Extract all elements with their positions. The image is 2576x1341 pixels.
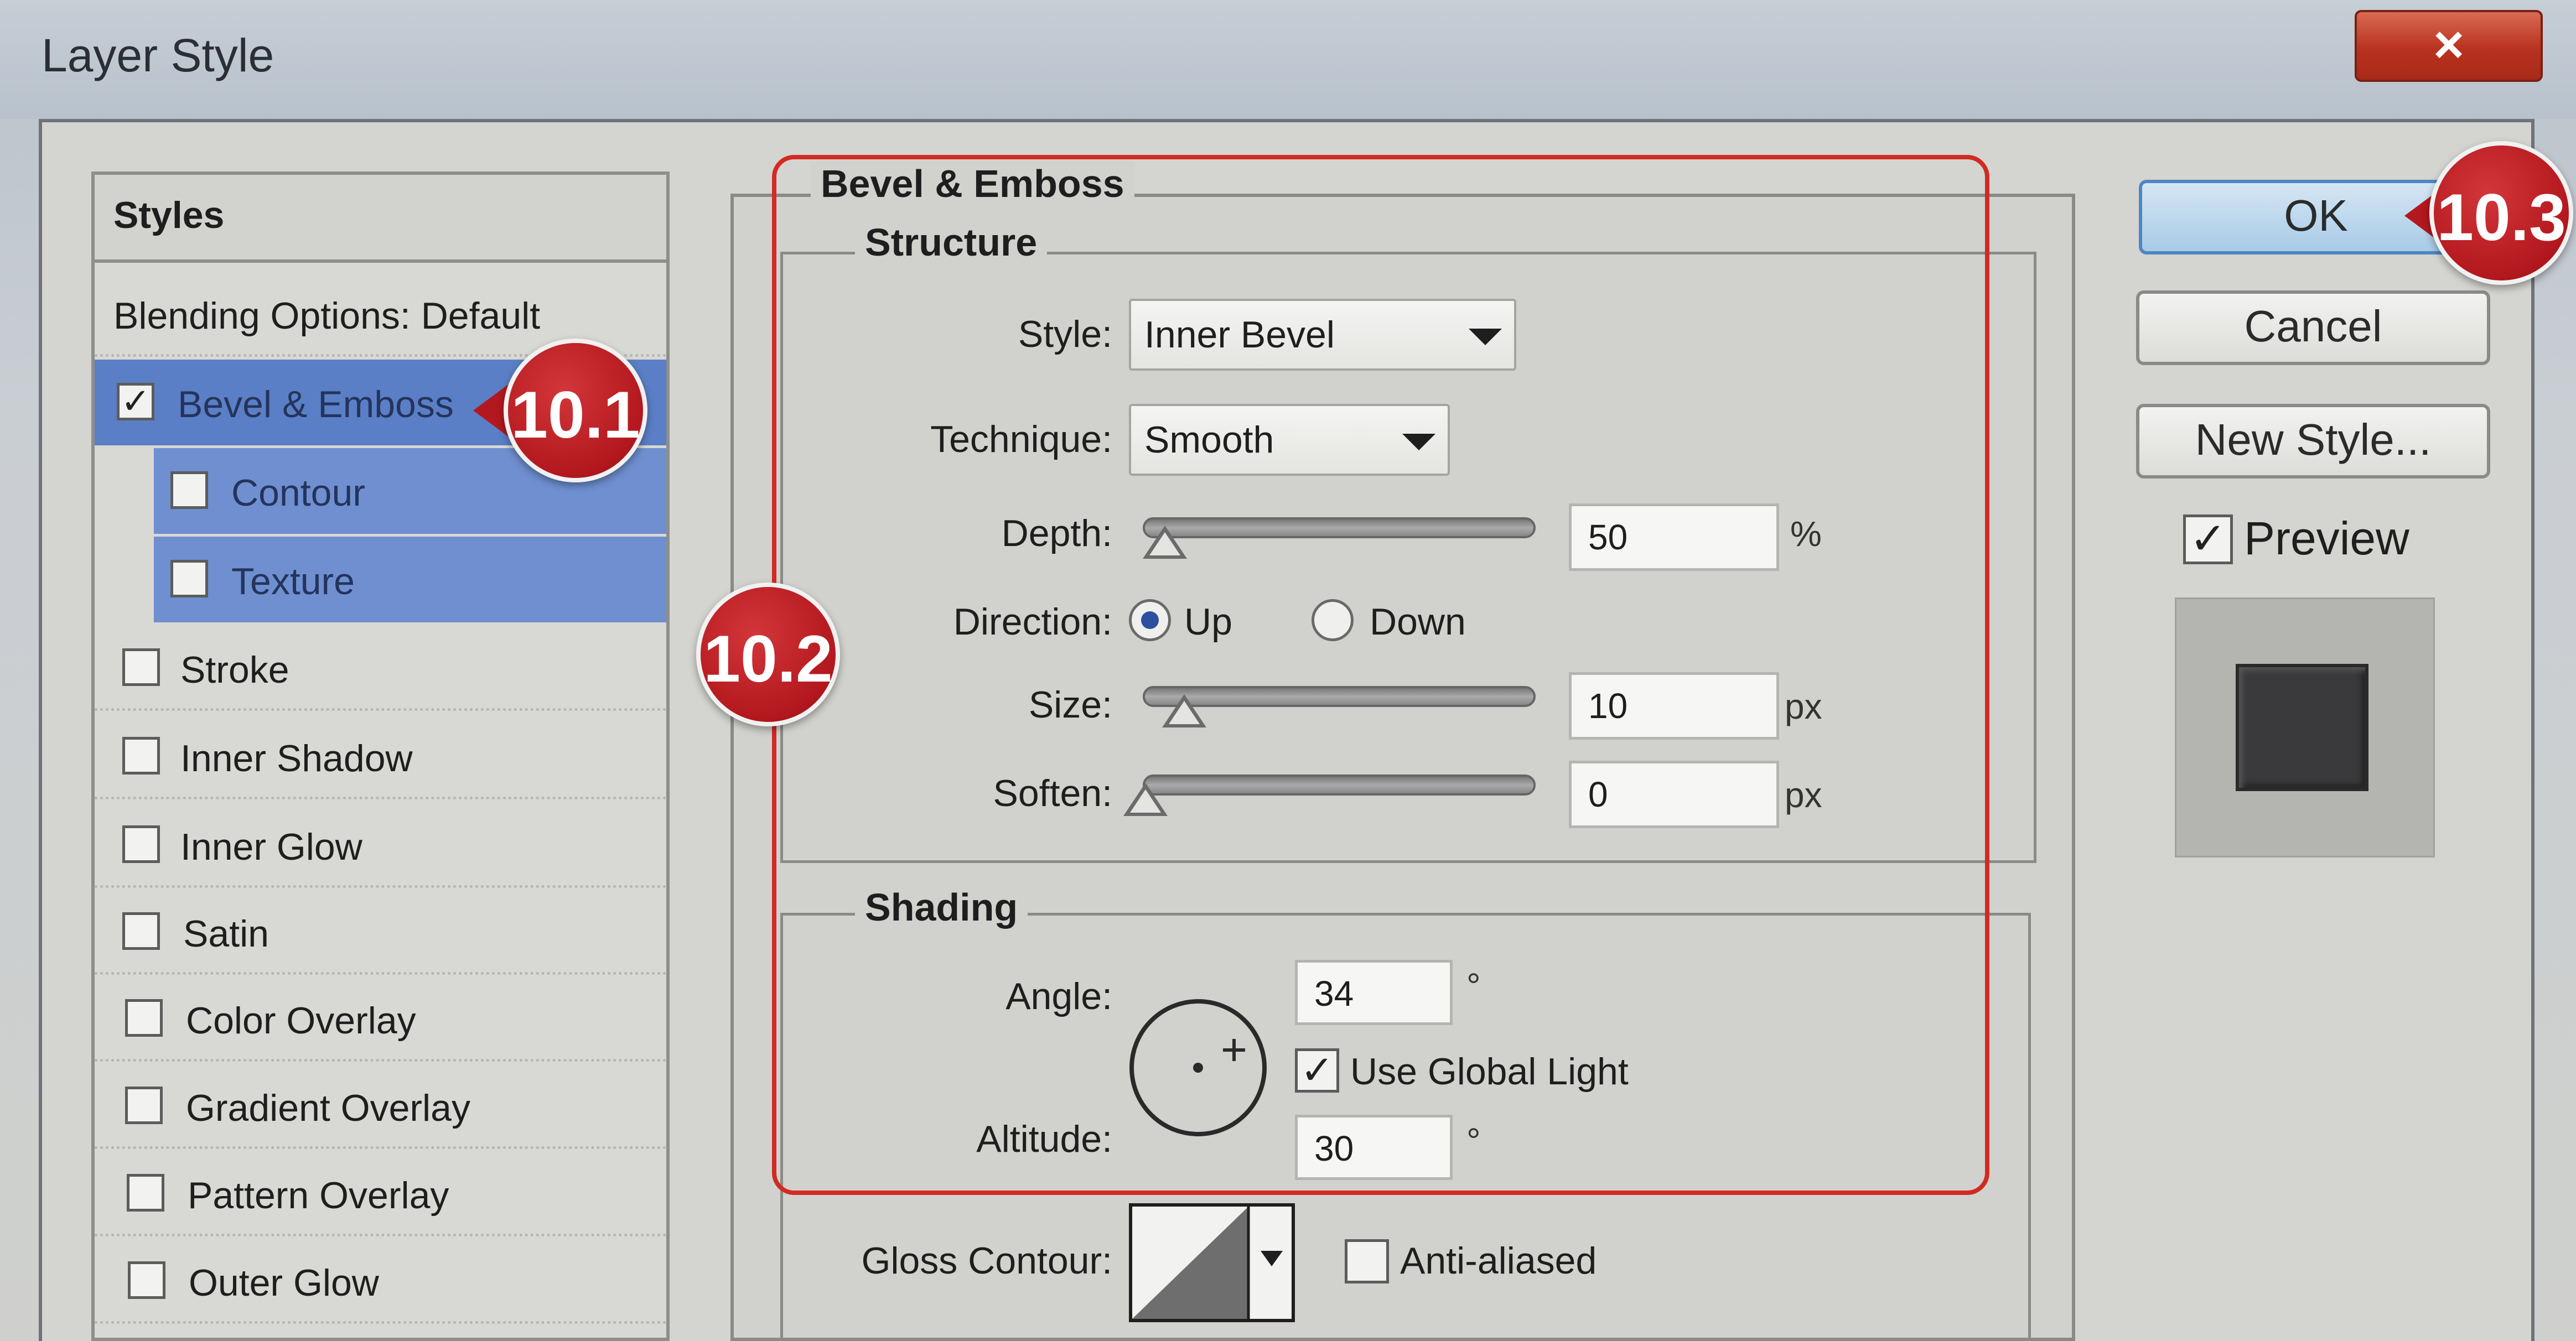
style-item-label: Stroke [180, 649, 289, 691]
close-button[interactable]: × [2355, 10, 2543, 82]
stroke-checkbox[interactable] [122, 648, 160, 686]
style-item-stroke[interactable]: Stroke [95, 625, 666, 711]
gloss-contour-picker[interactable] [1129, 1203, 1295, 1322]
callout-10-2: 10.2 [696, 583, 840, 726]
gloss-contour-label: Gloss Contour: [861, 1240, 1112, 1282]
style-item-label: Blending Options: Default [113, 295, 541, 337]
callout-10-3: 10.3 [2429, 141, 2573, 285]
style-item-label: Satin [183, 913, 269, 955]
style-item-label: Pattern Overlay [188, 1174, 449, 1217]
inner-glow-checkbox[interactable] [122, 825, 160, 863]
outer-glow-checkbox[interactable] [128, 1261, 165, 1299]
color-overlay-checkbox[interactable] [125, 999, 163, 1037]
style-item-label: Inner Glow [180, 826, 362, 868]
callout-10-1: 10.1 [504, 339, 647, 482]
anti-aliased-checkbox[interactable] [1345, 1239, 1389, 1283]
style-item-label: Color Overlay [186, 1000, 416, 1042]
style-item-inner-glow[interactable]: Inner Glow [95, 802, 666, 888]
window-title: Layer Style [42, 29, 274, 81]
texture-checkbox[interactable] [170, 560, 208, 597]
style-item-pattern-overlay[interactable]: Pattern Overlay [95, 1151, 666, 1236]
contour-curve-icon [1132, 1207, 1283, 1319]
title-bar[interactable] [0, 0, 2576, 119]
style-item-label: Bevel & Emboss [178, 383, 454, 425]
bevel-emboss-checkbox[interactable]: ✓ [117, 383, 154, 420]
preview-thumbnail [2236, 664, 2368, 791]
style-item-label: Contour [231, 472, 365, 514]
preview-label: Preview [2244, 512, 2409, 564]
cancel-button[interactable]: Cancel [2136, 290, 2490, 365]
style-item-label: Texture [231, 560, 355, 602]
style-item-gradient-overlay[interactable]: Gradient Overlay [95, 1063, 666, 1149]
preview-checkbox[interactable]: ✓ [2183, 514, 2233, 564]
style-item-color-overlay[interactable]: Color Overlay [95, 976, 666, 1062]
gradient-overlay-checkbox[interactable] [125, 1087, 163, 1124]
style-item-satin[interactable]: Satin [95, 889, 666, 975]
anti-aliased-label: Anti-aliased [1400, 1240, 1597, 1282]
style-item-label: Outer Glow [189, 1262, 379, 1304]
style-item-label: Gradient Overlay [186, 1087, 470, 1129]
style-item-inner-shadow[interactable]: Inner Shadow [95, 714, 666, 799]
style-item-label: Inner Shadow [180, 737, 413, 779]
highlight-box [772, 155, 1989, 1195]
style-item-outer-glow[interactable]: Outer Glow [95, 1238, 666, 1324]
contour-checkbox[interactable] [170, 471, 208, 509]
new-style-button[interactable]: New Style... [2136, 404, 2490, 479]
satin-checkbox[interactable] [122, 912, 160, 950]
pattern-overlay-checkbox[interactable] [127, 1174, 164, 1212]
style-item-texture[interactable]: Texture [154, 537, 666, 622]
styles-header-label: Styles [113, 194, 225, 236]
inner-shadow-checkbox[interactable] [122, 737, 160, 775]
